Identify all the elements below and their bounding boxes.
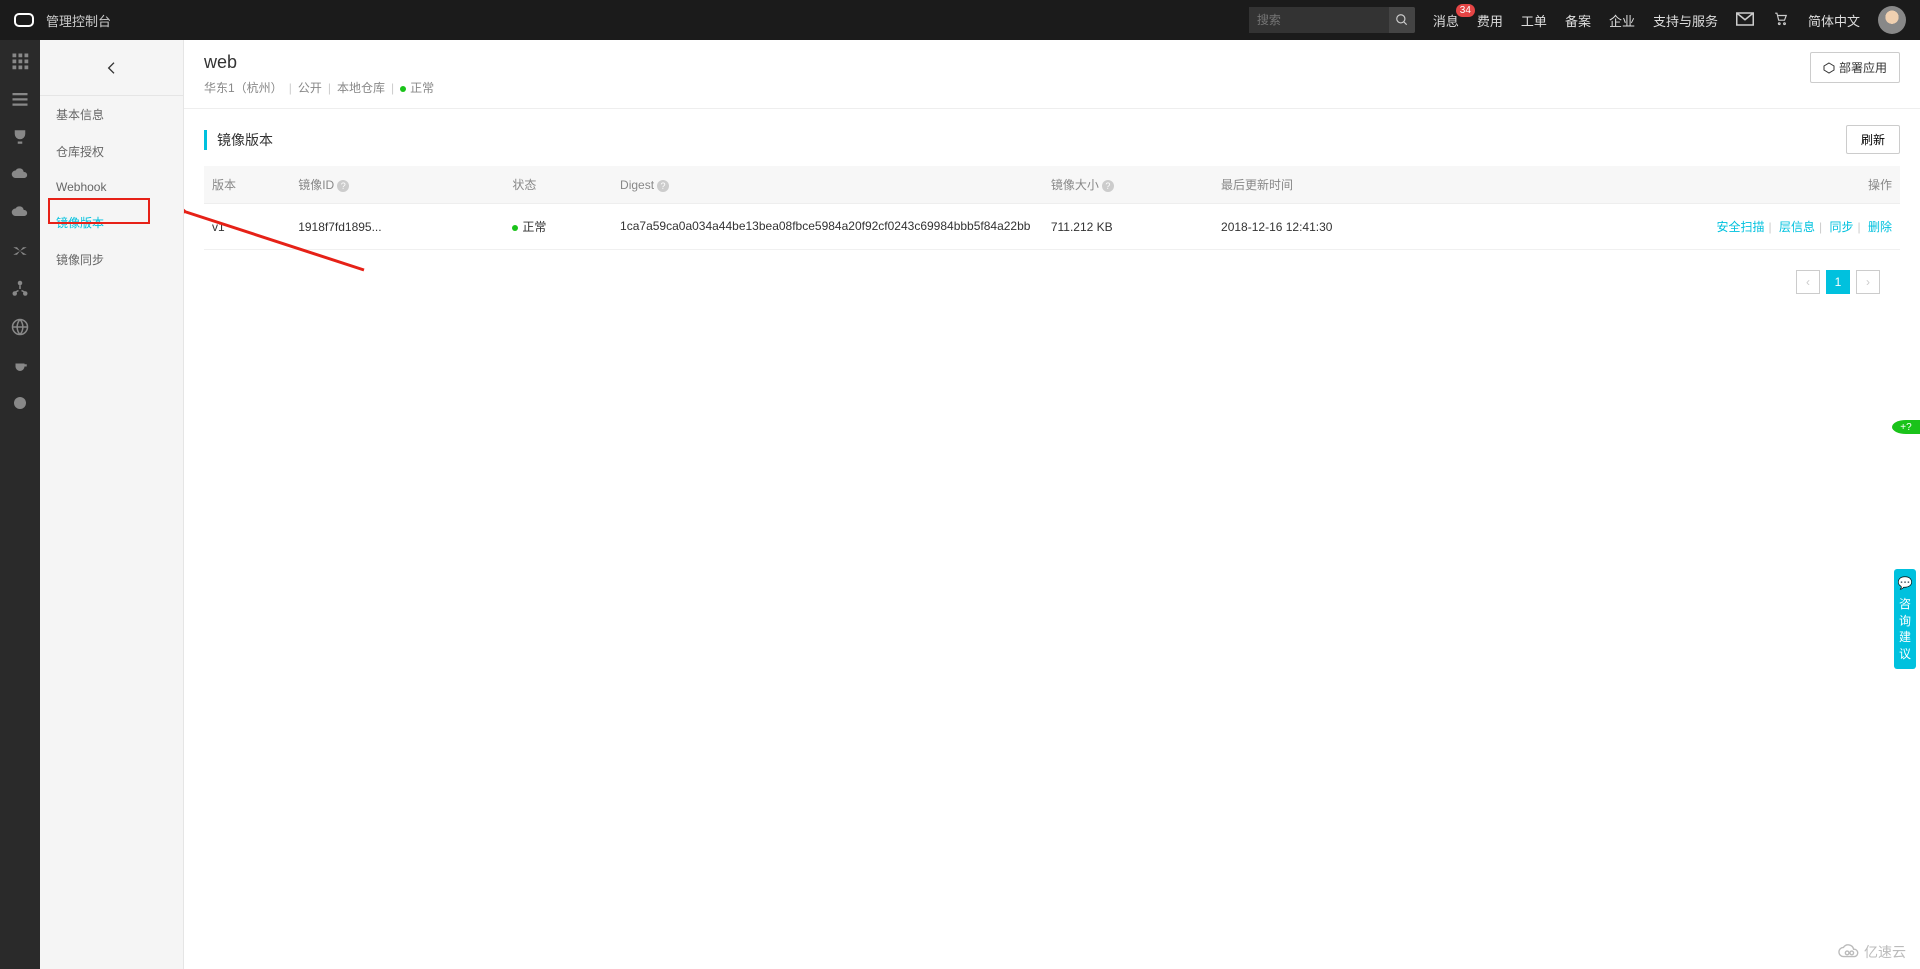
rail-globe-icon[interactable] <box>11 318 29 336</box>
nav-tickets[interactable]: 工单 <box>1521 11 1547 30</box>
sidebar-item-webhook[interactable]: Webhook <box>40 170 183 204</box>
sidebar-back-button[interactable] <box>40 40 183 96</box>
status-dot-icon <box>400 86 406 92</box>
rail-cloud2-icon[interactable] <box>11 204 29 222</box>
deploy-button[interactable]: 部署应用 <box>1810 52 1900 83</box>
page-header: web 华东1（杭州） | 公开 | 本地仓库 | 正常 部署应用 <box>184 40 1920 109</box>
search-icon <box>1395 13 1409 27</box>
search-button[interactable] <box>1389 7 1415 33</box>
status-dot-icon <box>512 225 518 231</box>
nav-cart-icon[interactable] <box>1772 12 1790 29</box>
nav-lang[interactable]: 简体中文 <box>1808 11 1860 30</box>
page-number-button[interactable]: 1 <box>1826 270 1850 294</box>
icon-rail <box>0 40 40 969</box>
action-sync[interactable]: 同步 <box>1830 220 1854 234</box>
sidebar-item-sync[interactable]: 镜像同步 <box>40 241 183 278</box>
page-next-button[interactable]: › <box>1856 270 1880 294</box>
page-title: web <box>204 52 434 73</box>
brand-icon[interactable] <box>14 13 34 27</box>
rail-cloud-icon[interactable] <box>11 166 29 184</box>
float-feedback-button[interactable]: 💬 咨询 建议 <box>1894 569 1916 669</box>
rail-coffee-icon[interactable] <box>11 356 29 374</box>
nav-support[interactable]: 支持与服务 <box>1653 11 1718 30</box>
search-input[interactable] <box>1249 7 1389 33</box>
float-suggest-label: 建议 <box>1899 630 1911 661</box>
nav-icp[interactable]: 备案 <box>1565 11 1591 30</box>
search-box <box>1249 7 1415 33</box>
messages-badge: 34 <box>1456 4 1475 17</box>
cell-image-id: 1918f7fd1895... <box>290 204 504 250</box>
page-meta: 华东1（杭州） | 公开 | 本地仓库 | 正常 <box>204 79 434 96</box>
deploy-icon <box>1823 62 1835 74</box>
th-image-id: 镜像ID? <box>290 166 504 204</box>
nav-enterprise[interactable]: 企业 <box>1609 11 1635 30</box>
help-icon[interactable]: ? <box>1102 180 1114 192</box>
cart-icon <box>1772 12 1790 26</box>
cell-digest: 1ca7a59ca0a034a44be13bea08fbce5984a20f92… <box>612 204 1043 250</box>
nav-billing[interactable]: 费用 <box>1477 11 1503 30</box>
sidebar-item-label: 镜像版本 <box>56 216 104 230</box>
meta-status: 正常 <box>400 79 434 96</box>
pagination: ‹ 1 › <box>204 250 1900 314</box>
watermark-text: 亿速云 <box>1864 942 1906 962</box>
nav-mail-icon[interactable] <box>1736 12 1754 29</box>
help-icon[interactable]: ? <box>337 180 349 192</box>
help-icon[interactable]: ? <box>657 180 669 192</box>
chevron-left-icon <box>104 60 120 76</box>
action-layers[interactable]: 层信息 <box>1779 220 1815 234</box>
mail-icon <box>1736 12 1754 26</box>
float-help-badge[interactable]: +? <box>1892 420 1920 434</box>
nav-messages[interactable]: 消息 34 <box>1433 11 1459 30</box>
page-prev-button[interactable]: ‹ <box>1796 270 1820 294</box>
rail-circle-icon[interactable] <box>11 394 29 412</box>
sidebar-item-label: 基本信息 <box>56 108 104 122</box>
watermark: 亿速云 <box>1838 941 1906 963</box>
cell-status: 正常 <box>504 204 612 250</box>
sidebar: 基本信息 仓库授权 Webhook 镜像版本 镜像同步 <box>40 40 184 969</box>
sidebar-item-label: Webhook <box>56 180 106 194</box>
cell-version: v1 <box>204 204 290 250</box>
rail-shuffle-icon[interactable] <box>11 242 29 260</box>
console-title: 管理控制台 <box>46 11 111 30</box>
meta-repo-type: 本地仓库 <box>337 79 385 96</box>
meta-sep: | <box>328 81 331 95</box>
th-version: 版本 <box>204 166 290 204</box>
sidebar-item-auth[interactable]: 仓库授权 <box>40 133 183 170</box>
th-updated: 最后更新时间 <box>1213 166 1487 204</box>
chat-icon: 💬 <box>1894 575 1916 592</box>
sidebar-item-versions[interactable]: 镜像版本 <box>40 204 183 241</box>
topbar: 管理控制台 消息 34 费用 工单 备案 企业 支持与服务 简体中文 <box>0 0 1920 40</box>
versions-table: 版本 镜像ID? 状态 Digest? 镜像大小? 最后更新时间 操作 v1 1… <box>204 166 1900 250</box>
meta-visibility: 公开 <box>298 79 322 96</box>
action-scan[interactable]: 安全扫描 <box>1717 220 1765 234</box>
cell-size: 711.212 KB <box>1043 204 1213 250</box>
th-actions: 操作 <box>1488 166 1900 204</box>
meta-sep: | <box>289 81 292 95</box>
deploy-label: 部署应用 <box>1839 59 1887 76</box>
rail-nodes-icon[interactable] <box>11 280 29 298</box>
refresh-button[interactable]: 刷新 <box>1846 125 1900 154</box>
main-content: web 华东1（杭州） | 公开 | 本地仓库 | 正常 部署应用 镜像版本 刷 <box>184 40 1920 969</box>
float-consult-label: 咨询 <box>1899 597 1911 628</box>
table-header-row: 版本 镜像ID? 状态 Digest? 镜像大小? 最后更新时间 操作 <box>204 166 1900 204</box>
cloud-watermark-icon <box>1838 941 1860 963</box>
th-status: 状态 <box>504 166 612 204</box>
sidebar-item-label: 镜像同步 <box>56 253 104 267</box>
cell-actions: 安全扫描| 层信息| 同步| 删除 <box>1488 204 1900 250</box>
avatar[interactable] <box>1878 6 1906 34</box>
table-row: v1 1918f7fd1895... 正常 1ca7a59ca0a034a44b… <box>204 204 1900 250</box>
rail-apps-icon[interactable] <box>11 52 29 70</box>
meta-region: 华东1（杭州） <box>204 79 283 96</box>
th-digest: Digest? <box>612 166 1043 204</box>
meta-sep: | <box>391 81 394 95</box>
rail-list-icon[interactable] <box>11 90 29 108</box>
rail-cup-icon[interactable] <box>11 128 29 146</box>
sidebar-item-label: 仓库授权 <box>56 145 104 159</box>
sidebar-item-basic[interactable]: 基本信息 <box>40 96 183 133</box>
action-delete[interactable]: 删除 <box>1868 220 1892 234</box>
th-size: 镜像大小? <box>1043 166 1213 204</box>
section-title: 镜像版本 <box>204 130 273 150</box>
cell-updated: 2018-12-16 12:41:30 <box>1213 204 1487 250</box>
nav-messages-label: 消息 <box>1433 14 1459 29</box>
